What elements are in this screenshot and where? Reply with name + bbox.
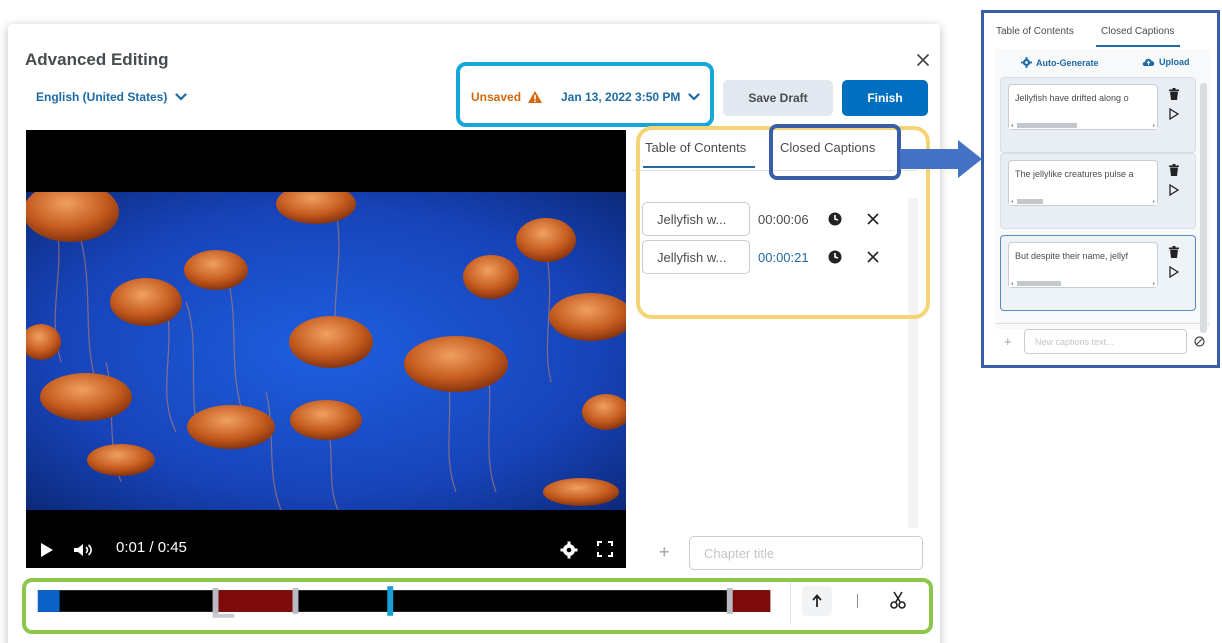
trim-handle[interactable] [726, 588, 733, 614]
cloud-upload-icon [1142, 58, 1155, 66]
trash-icon[interactable] [1169, 88, 1179, 100]
player-controls: 0:01 / 0:45 [26, 530, 626, 568]
gear-icon [1021, 57, 1032, 68]
dialog-title: Advanced Editing [25, 50, 169, 69]
editing-timeline[interactable] [28, 584, 788, 620]
volume-icon[interactable] [73, 542, 93, 558]
video-player[interactable]: 0:01 / 0:45 [26, 130, 626, 568]
played-segment [37, 590, 60, 612]
set-chapter-button[interactable] [802, 586, 832, 616]
new-caption-bar: + New captions text... [995, 323, 1210, 359]
caption-scrollbar[interactable] [1009, 122, 1157, 129]
add-caption-icon[interactable]: + [1004, 334, 1012, 349]
stage: Advanced Editing English (United States)… [0, 0, 1222, 643]
upload-button[interactable]: Upload [1142, 57, 1190, 67]
language-label: English (United States) [36, 90, 168, 104]
delete-chapter-icon[interactable] [866, 250, 880, 264]
timeline-tools [790, 578, 925, 624]
revision-date-select[interactable]: Jan 13, 2022 3:50 PM [561, 90, 701, 104]
play-icon[interactable] [1169, 108, 1179, 120]
revision-date-label: Jan 13, 2022 3:50 PM [561, 90, 681, 104]
chevron-down-icon [175, 93, 187, 101]
trim-handle[interactable] [212, 588, 219, 614]
chapter-list-scrollbar[interactable] [908, 198, 918, 528]
callout-arrow [900, 140, 982, 178]
chapter-time: 00:00:06 [758, 211, 809, 227]
tab-table-of-contents[interactable]: Table of Contents [996, 26, 1074, 37]
active-tab-indicator [643, 166, 755, 168]
chapter-title-input[interactable]: Chapter title [689, 536, 923, 570]
play-icon[interactable] [40, 542, 54, 558]
warning-icon [528, 91, 543, 103]
caption-scrollbar[interactable] [1009, 198, 1157, 205]
caption-card[interactable]: Jellyfish have drifted along o [1000, 77, 1196, 153]
delete-chapter-icon[interactable] [866, 212, 880, 226]
trash-icon[interactable] [1169, 164, 1179, 176]
clock-icon[interactable] [828, 212, 842, 226]
scissors-icon[interactable] [889, 590, 907, 610]
chapter-time[interactable]: 00:00:21 [758, 250, 818, 265]
chapter-row: Jellyfish w... 00:00:06 [642, 202, 880, 236]
chapter-title-field[interactable]: Jellyfish w... [642, 240, 750, 274]
trim-handle-base [212, 613, 235, 618]
chevron-down-icon [688, 93, 701, 101]
chapter-title-field[interactable]: Jellyfish w... [642, 202, 750, 236]
new-caption-input[interactable]: New captions text... [1024, 329, 1187, 354]
cut-segment[interactable] [218, 590, 296, 612]
unsaved-status: Unsaved [471, 90, 543, 104]
side-panel-tabs: Table of Contents Closed Captions [633, 130, 923, 170]
play-icon[interactable] [1169, 184, 1179, 196]
finish-button[interactable]: Finish [842, 80, 928, 116]
auto-generate-button[interactable]: Auto-Generate [1021, 57, 1099, 68]
arrow-up-icon [812, 594, 822, 607]
caption-card-selected[interactable]: But despite their name, jellyf [1000, 235, 1196, 311]
save-draft-button[interactable]: Save Draft [723, 80, 833, 116]
auto-generate-label: Auto-Generate [1036, 57, 1099, 68]
language-select[interactable]: English (United States) [36, 90, 187, 104]
caption-card[interactable]: The jellylike creatures pulse a [1000, 153, 1196, 229]
playback-time: 0:01 / 0:45 [116, 539, 187, 556]
tool-separator [857, 594, 858, 608]
upload-label: Upload [1159, 57, 1190, 67]
play-icon[interactable] [1169, 266, 1179, 278]
closed-captions-zoom-panel: Table of Contents Closed Captions Auto-G… [981, 10, 1220, 368]
settings-gear-icon[interactable] [560, 541, 578, 559]
clock-icon[interactable] [828, 250, 842, 264]
trim-handle[interactable] [292, 588, 299, 614]
tab-closed-captions[interactable]: Closed Captions [780, 140, 875, 155]
caption-scrollbar[interactable] [1009, 280, 1157, 287]
tab-table-of-contents[interactable]: Table of Contents [645, 140, 746, 155]
fullscreen-icon[interactable] [597, 541, 613, 557]
add-chapter-icon[interactable]: + [659, 542, 670, 563]
advanced-editing-dialog: Advanced Editing English (United States)… [8, 24, 940, 643]
trash-icon[interactable] [1169, 246, 1179, 258]
cut-segment[interactable] [730, 590, 771, 612]
captions-scrollbar[interactable] [1200, 83, 1207, 333]
timeline-track [37, 590, 771, 612]
unsaved-label: Unsaved [471, 90, 522, 104]
active-tab-indicator [1096, 45, 1180, 47]
playhead[interactable] [387, 586, 394, 616]
close-icon[interactable] [915, 52, 931, 68]
tab-closed-captions[interactable]: Closed Captions [1101, 26, 1174, 37]
chapter-row: Jellyfish w... 00:00:21 [642, 240, 880, 274]
jellyfish-video-frame [26, 192, 626, 510]
cancel-icon[interactable] [1194, 336, 1205, 347]
